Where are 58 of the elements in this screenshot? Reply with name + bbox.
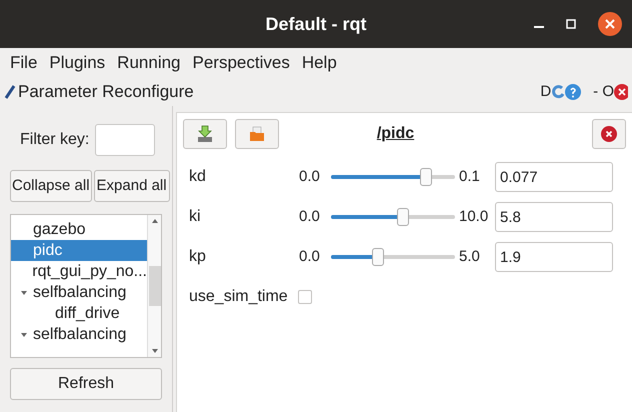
open-button[interactable] [235,119,279,149]
tree-item[interactable]: gazebo [11,219,147,240]
slider[interactable] [331,208,455,226]
menu-item[interactable]: Running [117,50,180,76]
node-title: /pidc [376,124,414,144]
min-value: 0.0 [299,246,321,267]
filter-field[interactable] [95,124,156,156]
help-icon[interactable] [565,84,582,100]
min-value: 0.0 [299,166,321,187]
expanded-arrow-icon[interactable] [20,288,28,296]
menu-item[interactable]: File [10,50,38,76]
value-field[interactable]: 1.9 [495,242,613,272]
param-name: kp [189,247,207,267]
reload-icon[interactable] [551,84,566,100]
slider[interactable] [331,248,455,266]
dock-letter[interactable]: D [540,80,552,104]
value-field[interactable]: 0.077 [495,162,613,192]
menu-item[interactable]: Perspectives [192,50,290,76]
expanded-arrow-icon[interactable] [20,330,28,338]
download-icon [197,125,213,143]
checkbox[interactable] [298,290,312,304]
scroll-down-icon[interactable] [150,348,158,354]
min-value: 0.0 [299,206,321,227]
param-name: use_sim_time [189,287,288,307]
param-name: ki [189,207,202,227]
scroll-thumb[interactable] [148,266,160,306]
filter-label: Filter key: [20,130,90,150]
save-button[interactable] [183,119,227,149]
plugin-title: Parameter Reconfigure [18,81,194,104]
param-name: kd [189,167,207,187]
tree-item[interactable]: selfbalancing [11,324,147,345]
max-value: 5.0 [459,246,481,267]
maximize-icon[interactable] [566,19,576,29]
tree-item[interactable]: diff_drive [11,303,147,324]
window-title: Default - rqt [266,12,366,36]
close-icon[interactable] [598,12,622,36]
pencil-icon [4,84,16,100]
scroll-up-icon[interactable] [150,218,158,224]
tree-item[interactable]: rqt_gui_py_no... [11,261,147,282]
menu-item[interactable]: Help [302,50,337,76]
value-field[interactable]: 5.8 [495,202,613,232]
collapse-all-button[interactable]: Collapse all [10,170,92,202]
expand-all-button[interactable]: Expand all [94,170,170,202]
slider-thumb[interactable] [396,208,409,226]
refresh-button[interactable]: Refresh [10,368,162,400]
close-icon [601,126,617,142]
tree-item[interactable]: selfbalancing [11,282,147,303]
max-value: 10.0 [459,206,490,227]
close-button[interactable] [592,119,626,149]
options-letters[interactable]: - O [593,80,614,104]
folder-icon [249,126,265,142]
scrollbar[interactable] [147,215,161,357]
tree-item[interactable]: pidc [11,240,147,261]
slider[interactable] [331,168,455,186]
menu-item[interactable]: Plugins [49,50,106,76]
slider-thumb[interactable] [420,168,432,186]
max-value: 0.1 [459,166,481,187]
slider-thumb[interactable] [372,248,384,266]
